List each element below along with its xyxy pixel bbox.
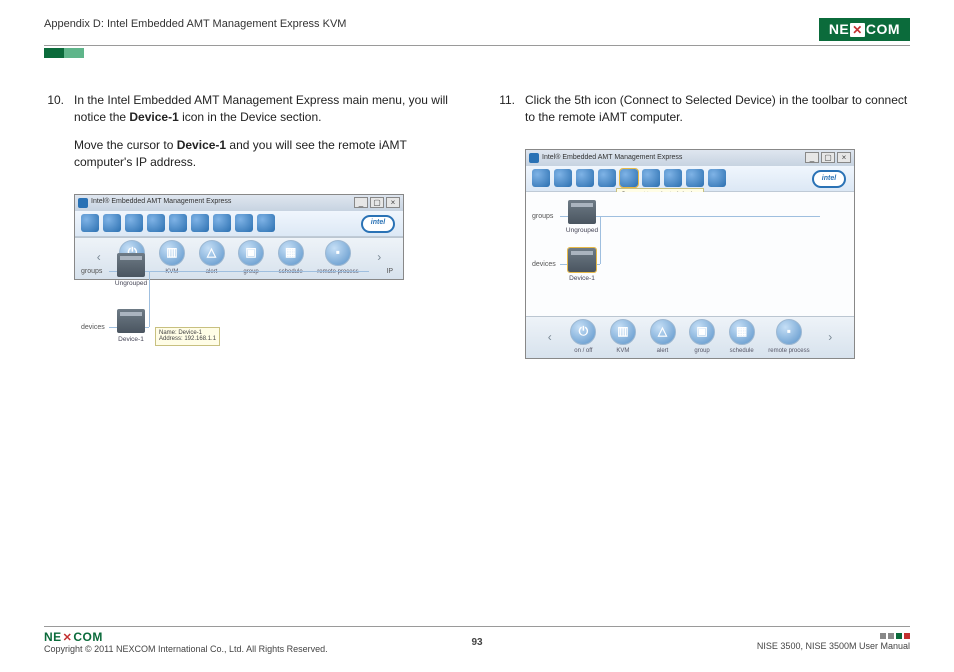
step-number: 10. [44, 92, 64, 182]
schedule-icon[interactable]: ▦ [278, 240, 304, 266]
btn-label: schedule [279, 268, 303, 277]
groups-label: groups [532, 212, 553, 222]
toolbar-icon[interactable] [708, 169, 726, 187]
device-icon[interactable] [117, 309, 145, 333]
page-footer: NE✕COM Copyright © 2011 NEXCOM Internati… [44, 626, 910, 654]
group-icon[interactable] [117, 253, 145, 277]
nexcom-logo-small: NE✕COM [44, 630, 103, 644]
toolbar-icon[interactable] [532, 169, 550, 187]
connect-icon[interactable] [620, 169, 638, 187]
scroll-right-icon[interactable]: › [823, 323, 837, 351]
connector-line [109, 271, 369, 272]
toolbar: Connect to selected device intel [526, 166, 854, 192]
power-icon[interactable]: ⏻ [570, 319, 596, 345]
close-button[interactable]: × [837, 152, 851, 163]
btn-label: KVM [616, 347, 629, 356]
device-tooltip: Name: Device-1 Address: 192.168.1.1 [155, 327, 220, 346]
groups-label: groups [81, 267, 102, 277]
right-column: 11. Click the 5th icon (Connect to Selec… [495, 92, 910, 626]
left-column: 10. In the Intel Embedded AMT Management… [44, 92, 459, 626]
btn-label: on / off [574, 347, 592, 356]
toolbar-icon[interactable] [598, 169, 616, 187]
maximize-button[interactable]: ▢ [370, 197, 384, 208]
toolbar-icon[interactable] [642, 169, 660, 187]
toolbar-icon[interactable] [81, 214, 99, 232]
toolbar-icon[interactable] [554, 169, 572, 187]
scroll-left-icon[interactable]: ‹ [543, 323, 557, 351]
group-label: Ungrouped [111, 279, 151, 288]
page-header: Appendix D: Intel Embedded AMT Managemen… [44, 18, 910, 46]
screenshot-2: Intel® Embedded AMT Management Express _… [525, 149, 855, 359]
group-label: Ungrouped [562, 226, 602, 235]
screenshot-1: Intel® Embedded AMT Management Express _… [74, 194, 404, 280]
btn-label: KVM [165, 268, 178, 277]
btn-label: group [243, 268, 258, 277]
step-text: Move the cursor to Device-1 and you will… [74, 137, 459, 172]
copyright-text: Copyright © 2011 NEXCOM International Co… [44, 644, 328, 654]
window-title: Intel® Embedded AMT Management Express [542, 153, 682, 163]
schedule-icon[interactable]: ▦ [729, 319, 755, 345]
app-icon [529, 153, 539, 163]
scroll-right-icon[interactable]: › [372, 244, 386, 272]
intel-logo: intel [361, 215, 395, 233]
toolbar-icon[interactable] [213, 214, 231, 232]
connector-line [600, 216, 601, 264]
app-icon [78, 198, 88, 208]
close-button[interactable]: × [386, 197, 400, 208]
btn-label: alert [657, 347, 669, 356]
window-title: Intel® Embedded AMT Management Express [91, 197, 231, 207]
header-stripe [44, 48, 910, 58]
group-icon[interactable]: ▣ [689, 319, 715, 345]
devices-label: devices [532, 260, 556, 270]
page-number: 93 [471, 637, 482, 648]
nexcom-logo: NE✕COM [819, 18, 910, 41]
devices-label: devices [81, 323, 105, 333]
window-titlebar: Intel® Embedded AMT Management Express _… [526, 150, 854, 166]
btn-label: group [694, 347, 709, 356]
connector-line [560, 216, 820, 217]
toolbar-icon[interactable] [169, 214, 187, 232]
device-icon[interactable] [568, 248, 596, 272]
remote-icon[interactable]: ▪ [776, 319, 802, 345]
header-title: Appendix D: Intel Embedded AMT Managemen… [44, 18, 346, 30]
intel-logo: intel [812, 170, 846, 188]
device-canvas: groups Ungrouped devices Device-1 [526, 192, 854, 316]
ip-label: IP [386, 267, 393, 277]
toolbar-icon[interactable] [191, 214, 209, 232]
btn-label: schedule [730, 347, 754, 356]
step-text: Click the 5th icon (Connect to Selected … [525, 92, 910, 127]
remote-icon[interactable]: ▪ [325, 240, 351, 266]
kvm-icon[interactable]: ▥ [610, 319, 636, 345]
minimize-button[interactable]: _ [354, 197, 368, 208]
alert-icon[interactable]: △ [650, 319, 676, 345]
toolbar-icon[interactable] [147, 214, 165, 232]
toolbar-icon[interactable] [686, 169, 704, 187]
manual-name: NISE 3500, NISE 3500M User Manual [757, 641, 910, 651]
btn-label: alert [206, 268, 218, 277]
footer-dots [880, 633, 910, 639]
bottom-toolbar: ‹ ⏻ on / off ▥ KVM △ alert ▣ group ▦ schedule… [526, 316, 854, 358]
device-label: Device-1 [111, 335, 151, 344]
group-icon[interactable] [568, 200, 596, 224]
btn-label: remote process [768, 347, 809, 356]
maximize-button[interactable]: ▢ [821, 152, 835, 163]
group-icon[interactable]: ▣ [238, 240, 264, 266]
toolbar-icon[interactable] [576, 169, 594, 187]
btn-label: remote process [317, 268, 358, 277]
step-number: 11. [495, 92, 515, 137]
toolbar-icon[interactable] [125, 214, 143, 232]
toolbar-icon[interactable] [664, 169, 682, 187]
toolbar-icon[interactable] [257, 214, 275, 232]
toolbar-icon[interactable] [235, 214, 253, 232]
alert-icon[interactable]: △ [199, 240, 225, 266]
window-titlebar: Intel® Embedded AMT Management Express _… [75, 195, 403, 211]
toolbar-icon[interactable] [103, 214, 121, 232]
step-text: In the Intel Embedded AMT Management Exp… [74, 92, 459, 127]
kvm-icon[interactable]: ▥ [159, 240, 185, 266]
toolbar: intel [75, 211, 403, 237]
device-label: Device-1 [562, 274, 602, 283]
minimize-button[interactable]: _ [805, 152, 819, 163]
